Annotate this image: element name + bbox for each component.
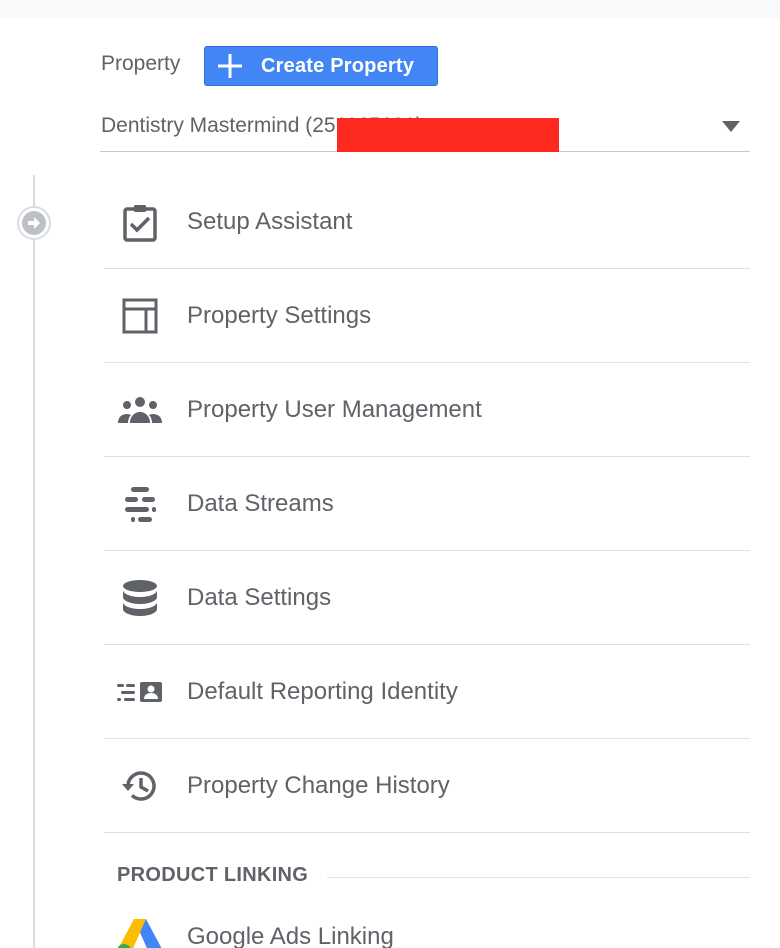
property-menu: Setup Assistant Property Settings Proper… [104, 175, 750, 833]
timeline-line [33, 175, 35, 948]
property-label: Property [101, 52, 181, 75]
menu-item-property-settings[interactable]: Property Settings [104, 269, 750, 363]
property-selector[interactable]: Dentistry Mastermind (251165631) [100, 104, 750, 152]
product-linking-header: PRODUCT LINKING [117, 864, 309, 886]
section-divider [327, 877, 750, 878]
redaction-box [337, 118, 559, 152]
reporting-identity-icon [116, 672, 164, 712]
menu-item-default-reporting-identity[interactable]: Default Reporting Identity [104, 645, 750, 739]
menu-item-label: Data Settings [187, 584, 332, 611]
google-ads-icon [116, 915, 164, 948]
menu-item-data-settings[interactable]: Data Settings [104, 551, 750, 645]
people-icon [116, 390, 164, 430]
menu-item-setup-assistant[interactable]: Setup Assistant [104, 175, 750, 269]
clipboard-check-icon [116, 202, 164, 242]
menu-item-label: Google Ads Linking [187, 923, 394, 948]
menu-item-label: Data Streams [187, 490, 334, 517]
database-icon [116, 578, 164, 618]
history-icon [116, 766, 164, 806]
layout-icon [116, 296, 164, 336]
streams-icon [116, 484, 164, 524]
plus-icon [218, 54, 242, 78]
menu-item-label: Setup Assistant [187, 208, 353, 235]
menu-item-property-user-management[interactable]: Property User Management [104, 363, 750, 457]
menu-item-property-change-history[interactable]: Property Change History [104, 739, 750, 833]
chevron-down-icon [722, 121, 740, 132]
timeline-arrow-icon[interactable] [17, 206, 51, 240]
create-property-button[interactable]: Create Property [204, 46, 438, 86]
menu-item-label: Default Reporting Identity [187, 678, 458, 705]
top-bar [0, 0, 780, 18]
menu-item-label: Property Settings [187, 302, 372, 329]
menu-item-label: Property Change History [187, 772, 450, 799]
menu-item-label: Property User Management [187, 396, 482, 423]
create-property-label: Create Property [261, 54, 415, 77]
menu-item-data-streams[interactable]: Data Streams [104, 457, 750, 551]
menu-item-google-ads-linking[interactable]: Google Ads Linking [104, 905, 750, 948]
